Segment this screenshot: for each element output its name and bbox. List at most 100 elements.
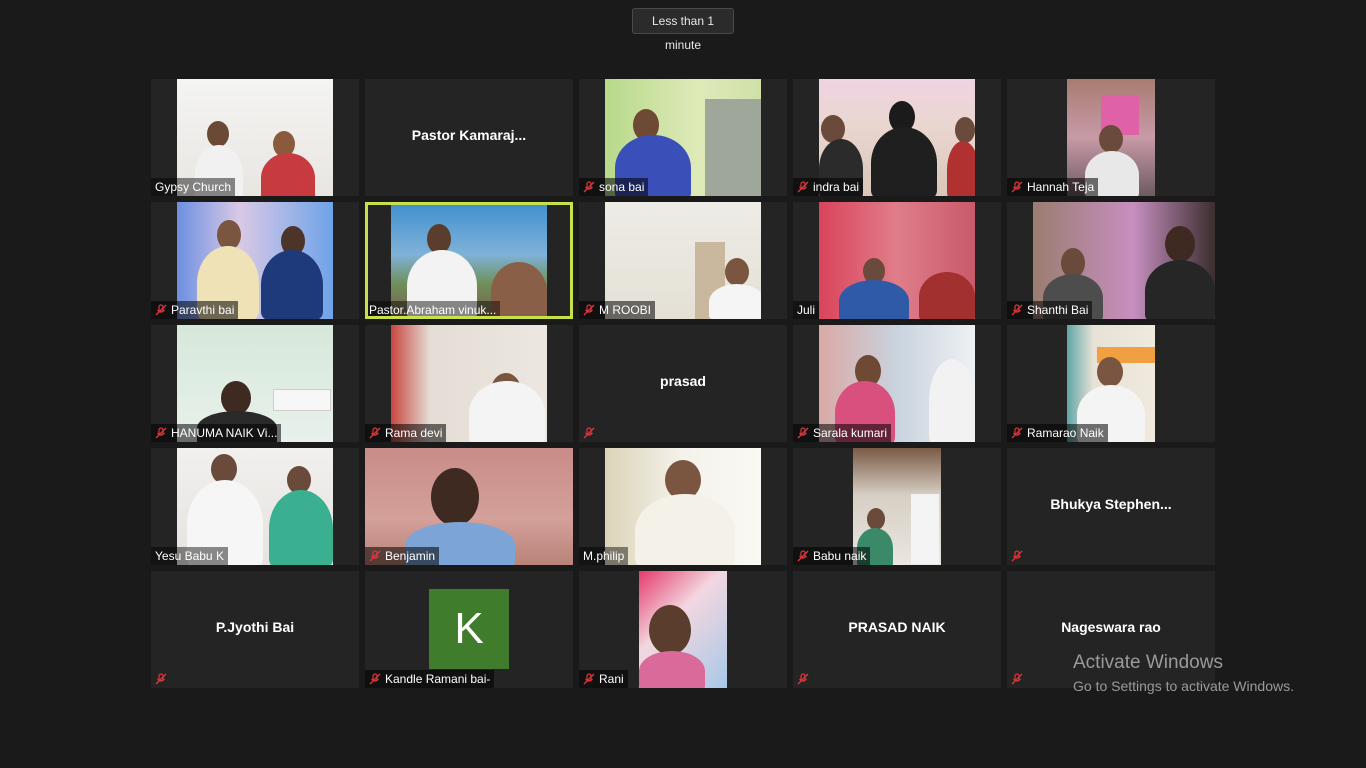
participant-tile[interactable]: HANUMA NAIK Vi... bbox=[151, 325, 359, 442]
participant-name: Nageswara rao bbox=[1061, 619, 1161, 635]
participant-tile[interactable]: Sarala kumari bbox=[793, 325, 1001, 442]
participant-tile[interactable]: Shanthi Bai bbox=[1007, 202, 1215, 319]
muted-microphone-icon bbox=[155, 427, 167, 439]
muted-microphone-icon bbox=[583, 304, 595, 316]
participant-label: indra bai bbox=[793, 178, 864, 196]
participant-name: M.philip bbox=[583, 549, 625, 563]
participant-tile[interactable]: Benjamin bbox=[365, 448, 573, 565]
muted-microphone-icon bbox=[1011, 304, 1023, 316]
muted-microphone-icon bbox=[797, 427, 809, 439]
muted-microphone-icon bbox=[583, 181, 595, 193]
participant-name: Bhukya Stephen... bbox=[1050, 496, 1172, 512]
participant-name: Babu naik bbox=[813, 549, 867, 563]
participant-tile[interactable]: P.Jyothi Bai bbox=[151, 571, 359, 688]
participant-tile[interactable]: prasad bbox=[579, 325, 787, 442]
participant-name: Rani bbox=[599, 672, 624, 686]
watermark-subtitle: Go to Settings to activate Windows. bbox=[1073, 678, 1294, 694]
participant-name: PRASAD NAIK bbox=[848, 619, 946, 635]
participant-label: M.philip bbox=[579, 547, 629, 565]
participant-name: Yesu Babu K bbox=[155, 549, 224, 563]
participant-label: sona bai bbox=[579, 178, 649, 196]
participant-tile[interactable]: indra bai bbox=[793, 79, 1001, 196]
participant-name: Rama devi bbox=[385, 426, 443, 440]
participant-tile[interactable]: K Kandle Ramani bai- bbox=[365, 571, 573, 688]
participant-name: Paravthi bai bbox=[171, 303, 235, 317]
participant-label bbox=[1007, 670, 1027, 688]
muted-microphone-icon bbox=[155, 673, 167, 685]
participant-name: M ROOBI bbox=[599, 303, 652, 317]
watermark-title: Activate Windows bbox=[1073, 652, 1223, 673]
muted-microphone-icon bbox=[369, 673, 381, 685]
participant-label: M ROOBI bbox=[579, 301, 656, 319]
participant-label: Babu naik bbox=[793, 547, 871, 565]
participant-label bbox=[151, 670, 171, 688]
participant-label: Sarala kumari bbox=[793, 424, 892, 442]
participant-label: Benjamin bbox=[365, 547, 440, 565]
participant-label bbox=[793, 670, 813, 688]
participant-tile[interactable]: Rama devi bbox=[365, 325, 573, 442]
muted-microphone-icon bbox=[155, 304, 167, 316]
participant-avatar: K bbox=[429, 589, 509, 669]
muted-microphone-icon bbox=[369, 427, 381, 439]
participant-label: Ramarao Naik bbox=[1007, 424, 1108, 442]
participant-label: Rani bbox=[579, 670, 628, 688]
participant-label: Rama devi bbox=[365, 424, 447, 442]
muted-microphone-icon bbox=[583, 427, 595, 439]
participant-label: Juli bbox=[793, 301, 820, 319]
participant-label: Shanthi Bai bbox=[1007, 301, 1093, 319]
muted-microphone-icon bbox=[369, 550, 381, 562]
participant-tile[interactable]: Babu naik bbox=[793, 448, 1001, 565]
participant-tile[interactable]: Paravthi bai bbox=[151, 202, 359, 319]
participant-tile[interactable]: PRASAD NAIK bbox=[793, 571, 1001, 688]
participant-video bbox=[639, 571, 727, 688]
muted-microphone-icon bbox=[1011, 673, 1023, 685]
participant-tile[interactable]: Hannah Teja bbox=[1007, 79, 1215, 196]
participant-name: Gypsy Church bbox=[155, 180, 232, 194]
participant-name: Kandle Ramani bai- bbox=[385, 672, 491, 686]
participant-name: Shanthi Bai bbox=[1027, 303, 1089, 317]
participant-video bbox=[819, 202, 975, 319]
participant-name: indra bai bbox=[813, 180, 860, 194]
participant-name: Ramarao Naik bbox=[1027, 426, 1104, 440]
participant-name: Benjamin bbox=[385, 549, 436, 563]
participant-tile[interactable]: Juli bbox=[793, 202, 1001, 319]
activate-windows-watermark: Activate Windows Go to Settings to activ… bbox=[1073, 652, 1294, 694]
participant-tile[interactable]: Yesu Babu K bbox=[151, 448, 359, 565]
participant-name: Hannah Teja bbox=[1027, 180, 1095, 194]
participant-name: prasad bbox=[660, 373, 706, 389]
participant-tile[interactable]: Pastor Kamaraj... bbox=[365, 79, 573, 196]
participant-label: Gypsy Church bbox=[151, 178, 236, 196]
muted-microphone-icon bbox=[797, 181, 809, 193]
muted-microphone-icon bbox=[1011, 550, 1023, 562]
participant-label bbox=[579, 424, 599, 442]
muted-microphone-icon bbox=[583, 673, 595, 685]
participant-label: Yesu Babu K bbox=[151, 547, 228, 565]
participant-label: Kandle Ramani bai- bbox=[365, 670, 495, 688]
participant-tile[interactable]: Bhukya Stephen... bbox=[1007, 448, 1215, 565]
muted-microphone-icon bbox=[1011, 427, 1023, 439]
participant-tile[interactable]: Gypsy Church bbox=[151, 79, 359, 196]
participant-label: HANUMA NAIK Vi... bbox=[151, 424, 282, 442]
participant-grid: Gypsy Church Pastor Kamaraj... sona bai bbox=[151, 79, 1215, 688]
participant-label: Hannah Teja bbox=[1007, 178, 1099, 196]
participant-name: Pastor.Abraham vinuk... bbox=[369, 303, 497, 317]
participant-label: Paravthi bai bbox=[151, 301, 239, 319]
participant-name: Juli bbox=[797, 303, 816, 317]
participant-tile[interactable]: M ROOBI bbox=[579, 202, 787, 319]
muted-microphone-icon bbox=[1011, 181, 1023, 193]
participant-video bbox=[605, 448, 761, 565]
participant-tile[interactable]: Rani bbox=[579, 571, 787, 688]
participant-name: P.Jyothi Bai bbox=[215, 619, 295, 635]
participant-label bbox=[1007, 547, 1027, 565]
meeting-timer[interactable]: Less than 1 minute bbox=[632, 8, 734, 52]
participant-tile-active-speaker[interactable]: Pastor.Abraham vinuk... bbox=[365, 202, 573, 319]
muted-microphone-icon bbox=[797, 550, 809, 562]
participant-name: sona bai bbox=[599, 180, 645, 194]
participant-name: Pastor Kamaraj... bbox=[411, 127, 527, 143]
participant-tile[interactable]: Ramarao Naik bbox=[1007, 325, 1215, 442]
participant-label: Pastor.Abraham vinuk... bbox=[365, 301, 501, 319]
muted-microphone-icon bbox=[797, 673, 809, 685]
participant-tile[interactable]: M.philip bbox=[579, 448, 787, 565]
participant-tile[interactable]: sona bai bbox=[579, 79, 787, 196]
participant-name: Sarala kumari bbox=[813, 426, 888, 440]
